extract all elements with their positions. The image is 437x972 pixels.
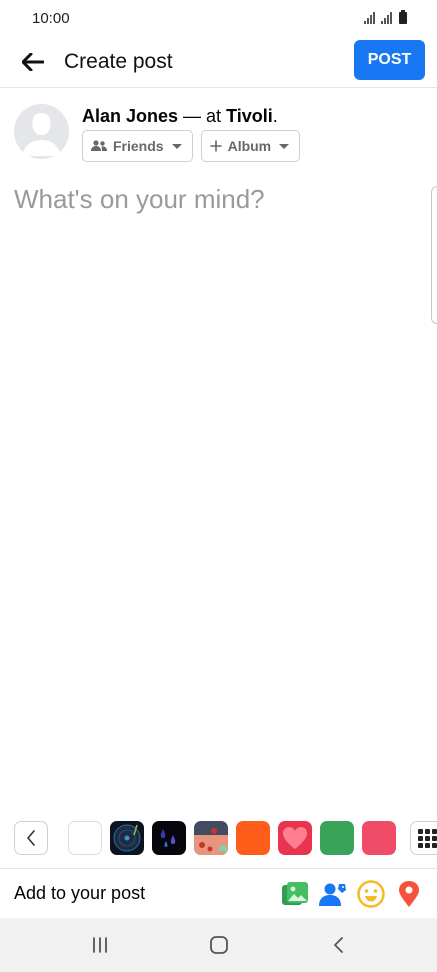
photo-icon [282, 881, 308, 905]
collapse-backgrounds-button[interactable] [14, 821, 48, 855]
raindrops-graphic [160, 829, 176, 847]
author-line: Alan Jones — at Tivoli. [82, 104, 300, 128]
back-chevron-icon [333, 937, 343, 953]
background-swatch-record[interactable] [110, 821, 144, 855]
status-bar: 10:00 [0, 0, 437, 36]
wifi-signal-icon [364, 12, 375, 24]
app-header: Create post POST [0, 36, 437, 88]
photo-button[interactable] [281, 880, 309, 908]
author-info: Alan Jones — at Tivoli. Friends Album [82, 104, 301, 162]
checkin-place[interactable]: Tivoli [226, 106, 273, 126]
page-title: Create post [64, 49, 173, 73]
album-label: Album [227, 138, 272, 154]
system-back-button[interactable] [318, 925, 358, 965]
background-picker [14, 820, 437, 856]
system-navigation-bar [0, 918, 437, 972]
arrow-left-icon [22, 52, 44, 71]
grid-icon [417, 828, 437, 848]
chevron-down-icon [279, 143, 290, 149]
feeling-button[interactable] [357, 879, 385, 908]
plus-icon [209, 140, 222, 152]
status-icons [364, 10, 407, 24]
location-icon [399, 880, 419, 907]
author-name[interactable]: Alan Jones [82, 106, 178, 126]
feeling-icon [357, 879, 385, 908]
vinyl-record-graphic [113, 824, 141, 852]
album-selector[interactable]: Album [200, 130, 301, 162]
more-backgrounds-button[interactable] [410, 821, 437, 855]
recent-apps-button[interactable] [80, 925, 120, 965]
create-post-screen: 10:00 Create post POST Alan Jones — at T… [0, 0, 437, 972]
checkin-separator: — at [183, 106, 222, 126]
home-icon [209, 936, 228, 954]
pattern-graphic [194, 828, 228, 855]
default-avatar-icon [14, 104, 69, 159]
checkin-period: . [272, 106, 278, 126]
audience-selector[interactable]: Friends [82, 130, 193, 162]
cell-signal-icon [381, 12, 392, 24]
author-row: Alan Jones — at Tivoli. Friends Album [14, 104, 301, 162]
post-options: Friends Album [82, 130, 301, 162]
background-swatch-orange[interactable] [236, 821, 270, 855]
heart-graphic [283, 827, 307, 849]
avatar[interactable] [14, 104, 69, 159]
chevron-down-icon [171, 143, 182, 149]
battery-icon [399, 10, 407, 24]
add-to-post-icons [281, 879, 423, 908]
audience-label: Friends [113, 138, 164, 154]
background-swatch-white[interactable] [68, 821, 102, 855]
recent-apps-icon [92, 937, 107, 953]
background-swatch-rain[interactable] [152, 821, 186, 855]
background-swatch-green[interactable] [320, 821, 354, 855]
back-button[interactable] [16, 45, 50, 79]
post-button[interactable]: POST [354, 40, 425, 80]
background-swatch-coral[interactable] [362, 821, 396, 855]
home-button[interactable] [199, 925, 239, 965]
background-swatch-heart[interactable] [278, 821, 312, 855]
side-drawer-handle[interactable] [431, 186, 437, 324]
chevron-left-icon [27, 830, 35, 846]
status-time: 10:00 [32, 9, 70, 27]
tag-people-icon [319, 883, 346, 906]
post-text-input[interactable]: What's on your mind? [14, 184, 265, 215]
tag-people-button[interactable] [319, 880, 347, 908]
check-in-button[interactable] [395, 880, 423, 908]
add-to-post-label: Add to your post [14, 883, 146, 903]
background-swatch-pattern[interactable] [194, 821, 228, 855]
friends-icon [91, 140, 107, 151]
add-to-post-bar[interactable]: Add to your post [0, 868, 437, 918]
